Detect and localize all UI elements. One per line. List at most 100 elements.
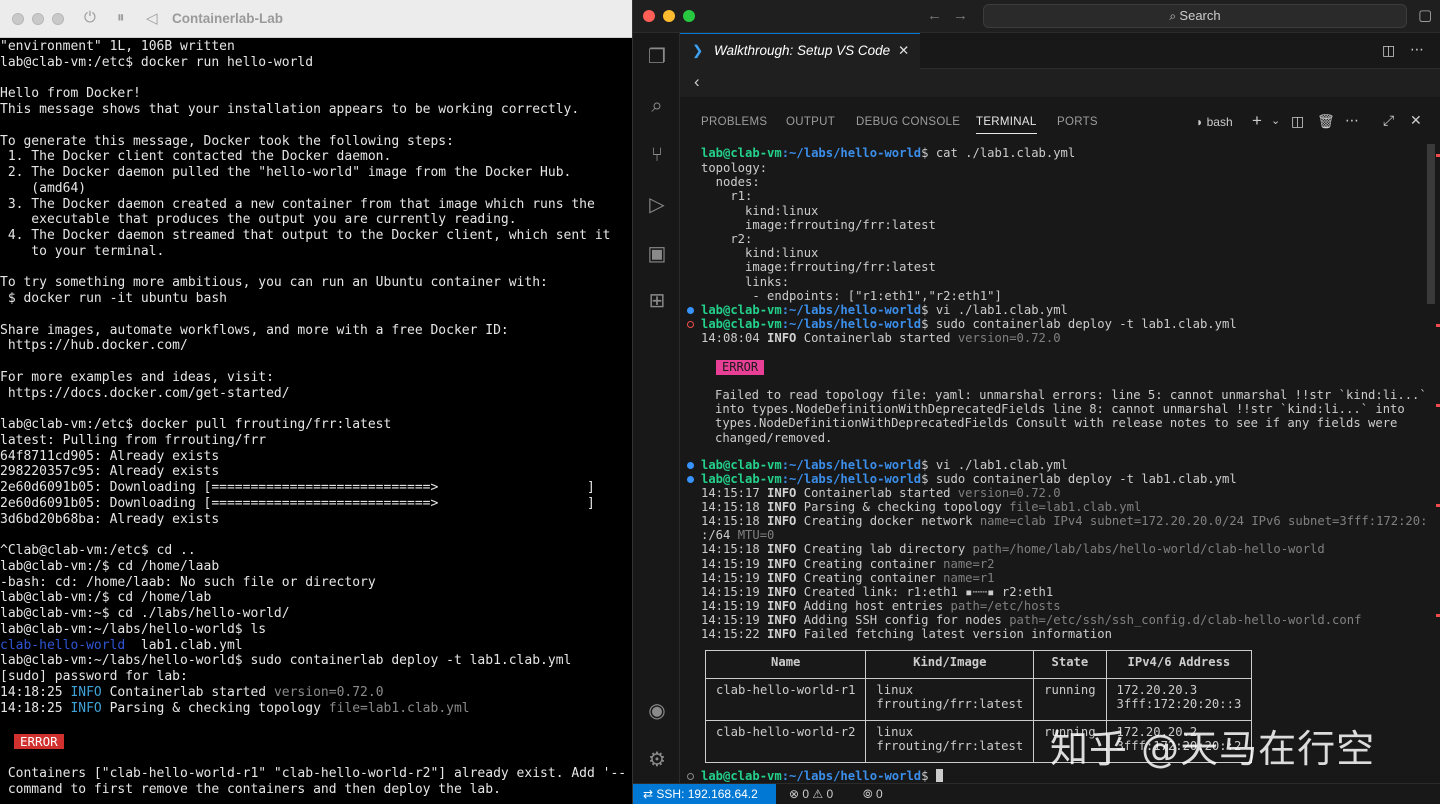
log-msg: Parsing & checking topology [796, 500, 1010, 515]
terminal-line: lab@clab-vm:/$ cd /home/laab [0, 558, 220, 574]
minimize-light[interactable] [32, 13, 44, 25]
log-msg: Containerlab started [796, 331, 958, 345]
tab-problems[interactable]: PROBLEMS [701, 116, 767, 128]
tab-output[interactable]: OUTPUT [786, 116, 835, 128]
terminal-line: to your terminal. [0, 243, 165, 259]
log-line: 14:08:04 INFO Containerlab started versi… [701, 331, 1061, 345]
broadcast-icon: ⦾ [863, 787, 876, 801]
terminal-line: [sudo] password for lab: [0, 669, 188, 684]
scroll-thumb[interactable] [1427, 144, 1435, 304]
maximize-panel-icon[interactable]: ⤢ [1383, 112, 1394, 129]
terminal-line: 1. The Docker client contacted the Docke… [0, 149, 392, 165]
chat-icon[interactable]: ▢ [1418, 6, 1432, 24]
remote-label: SSH: 192.168.64.2 [656, 787, 758, 801]
ls-file: lab1.clab.yml [125, 637, 243, 653]
log-time: 14:15:19 [701, 612, 760, 627]
more-icon[interactable]: ⋯ [1345, 112, 1359, 129]
terminal-line: executable that produces the output you … [0, 212, 517, 228]
log-msg: Adding host entries [796, 598, 951, 613]
cmd-line: lab@clab-vm:~/labs/hello-world$ vi ./lab… [701, 458, 1068, 472]
terminal-line: 3d6bd20b68ba: Already exists [0, 511, 220, 527]
prompt-user: lab@clab-vm [701, 317, 782, 331]
left-titlebar: ⏻ ⏸ ◁ Containerlab-Lab [0, 0, 632, 38]
log-line: 14:18:25 INFO Containerlab started versi… [0, 685, 632, 701]
minimize-light[interactable] [663, 10, 675, 22]
terminal-line: latest: Pulling from frrouting/frr [0, 432, 267, 448]
cmd-line: lab@clab-vm:~/labs/hello-world$ cat ./la… [701, 146, 1075, 160]
log-time: 14:15:19 [701, 598, 760, 613]
tab-ports[interactable]: PORTS [1057, 116, 1098, 128]
log-msg: Containerlab started [101, 684, 274, 700]
trash-icon[interactable]: 🗑 [1317, 113, 1335, 130]
problems-indicator[interactable]: ⊗ 0 ⚠ 0 [789, 787, 833, 801]
close-tab-icon[interactable]: ✕ [898, 34, 909, 68]
cmd-success-dot[interactable] [687, 476, 694, 483]
tab-walkthrough[interactable]: ❯ Walkthrough: Setup VS Code ✕ [680, 33, 920, 69]
zoom-light[interactable] [52, 13, 64, 25]
cmd-pending-dot[interactable] [687, 773, 694, 780]
terminal-line: 2e60d6091b05: Downloading [=============… [0, 495, 595, 511]
split-editor-icon[interactable]: ◫ [1382, 42, 1395, 59]
terminal-line: To try something more ambitious, you can… [0, 275, 548, 291]
zoom-light[interactable] [683, 10, 695, 22]
back-arrow-icon[interactable]: ← [927, 7, 942, 24]
vscode-logo-icon: ❯ [692, 43, 704, 58]
more-actions-icon[interactable]: ⋯ [1410, 41, 1424, 58]
log-msg: Failed fetching latest version informati… [796, 627, 1112, 641]
source-control-icon[interactable]: ⑂ [645, 143, 669, 167]
terminal-scrollbar[interactable] [1425, 144, 1440, 784]
shell-label: bash [1206, 115, 1233, 129]
settings-gear-icon[interactable]: ⚙ [645, 748, 669, 772]
new-terminal-icon[interactable]: + [1252, 111, 1262, 131]
prompt-user: lab@clab-vm [701, 769, 782, 783]
explorer-icon[interactable]: ❐ [645, 45, 669, 69]
account-icon[interactable]: ◉ [645, 699, 669, 723]
forward-arrow-icon[interactable]: → [953, 7, 968, 24]
back-icon[interactable]: ◁ [146, 9, 158, 27]
log-level: INFO [767, 584, 797, 599]
cmd-success-dot[interactable] [687, 462, 694, 469]
error-marker [1436, 324, 1440, 327]
close-light[interactable] [12, 13, 24, 25]
chevron-left-icon[interactable]: ‹ [694, 72, 700, 92]
log-kv: name=clab IPv4 subnet=172.20.20.0/24 IPv… [979, 514, 1425, 529]
close-light[interactable] [643, 10, 655, 22]
remote-explorer-icon[interactable]: ▣ [645, 242, 669, 266]
search-icon[interactable]: ⌕ [645, 94, 669, 118]
pause-icon[interactable]: ⏸ [117, 9, 125, 26]
log-level: INFO [767, 612, 797, 627]
log-kv: file=lab1.clab.yml [328, 700, 470, 716]
tab-debug-console[interactable]: DEBUG CONSOLE [856, 116, 960, 128]
log-level: INFO [767, 598, 797, 613]
close-panel-icon[interactable]: ✕ [1410, 112, 1422, 129]
left-terminal-output[interactable]: "environment" 1L, 106B written lab@clab-v… [0, 39, 632, 804]
window-title: Containerlab-Lab [172, 11, 284, 26]
cmd-error-dot[interactable] [687, 321, 694, 328]
power-icon[interactable]: ⏻ [84, 9, 96, 26]
cmd-success-dot[interactable] [687, 307, 694, 314]
ports-indicator[interactable]: ⦾ 0 [863, 787, 883, 802]
error-icon: ⊗ [789, 787, 803, 801]
log-time: 14:15:19 [701, 584, 760, 599]
error-line: into types.NodeDefinitionWithDeprecatedF… [715, 402, 1405, 417]
vscode-terminal[interactable]: lab@clab-vm:~/labs/hello-world$ cat ./la… [680, 144, 1425, 784]
extensions-icon[interactable]: ⊞ [645, 289, 669, 313]
chevron-down-icon[interactable]: ⌄ [1271, 114, 1280, 127]
terminal-line: Hello from Docker! [0, 86, 141, 102]
prompt-path: :~/labs/hello-world [781, 769, 922, 783]
split-terminal-icon[interactable]: ◫ [1291, 113, 1304, 130]
remote-indicator[interactable]: ⇄ SSH: 192.168.64.2 [633, 784, 776, 804]
run-debug-icon[interactable]: ▷ [645, 193, 669, 217]
command-center-search[interactable]: ⌕ Search [983, 4, 1407, 28]
left-terminal-window: ⏻ ⏸ ◁ Containerlab-Lab "environment" 1L,… [0, 0, 632, 804]
terminal-shell-selector[interactable]: ◗ bash [1196, 115, 1233, 129]
editor-tab-bar: ❯ Walkthrough: Setup VS Code ✕ ◫ ⋯ [680, 33, 1440, 69]
error-msg-line: Containers ["clab-hello-world-r1" "clab-… [0, 765, 627, 781]
tab-terminal[interactable]: TERMINAL [976, 116, 1037, 134]
log-kv: MTU=0 [737, 528, 775, 543]
log-kv: version=0.72.0 [273, 684, 384, 700]
cell-state: running [1033, 678, 1107, 721]
